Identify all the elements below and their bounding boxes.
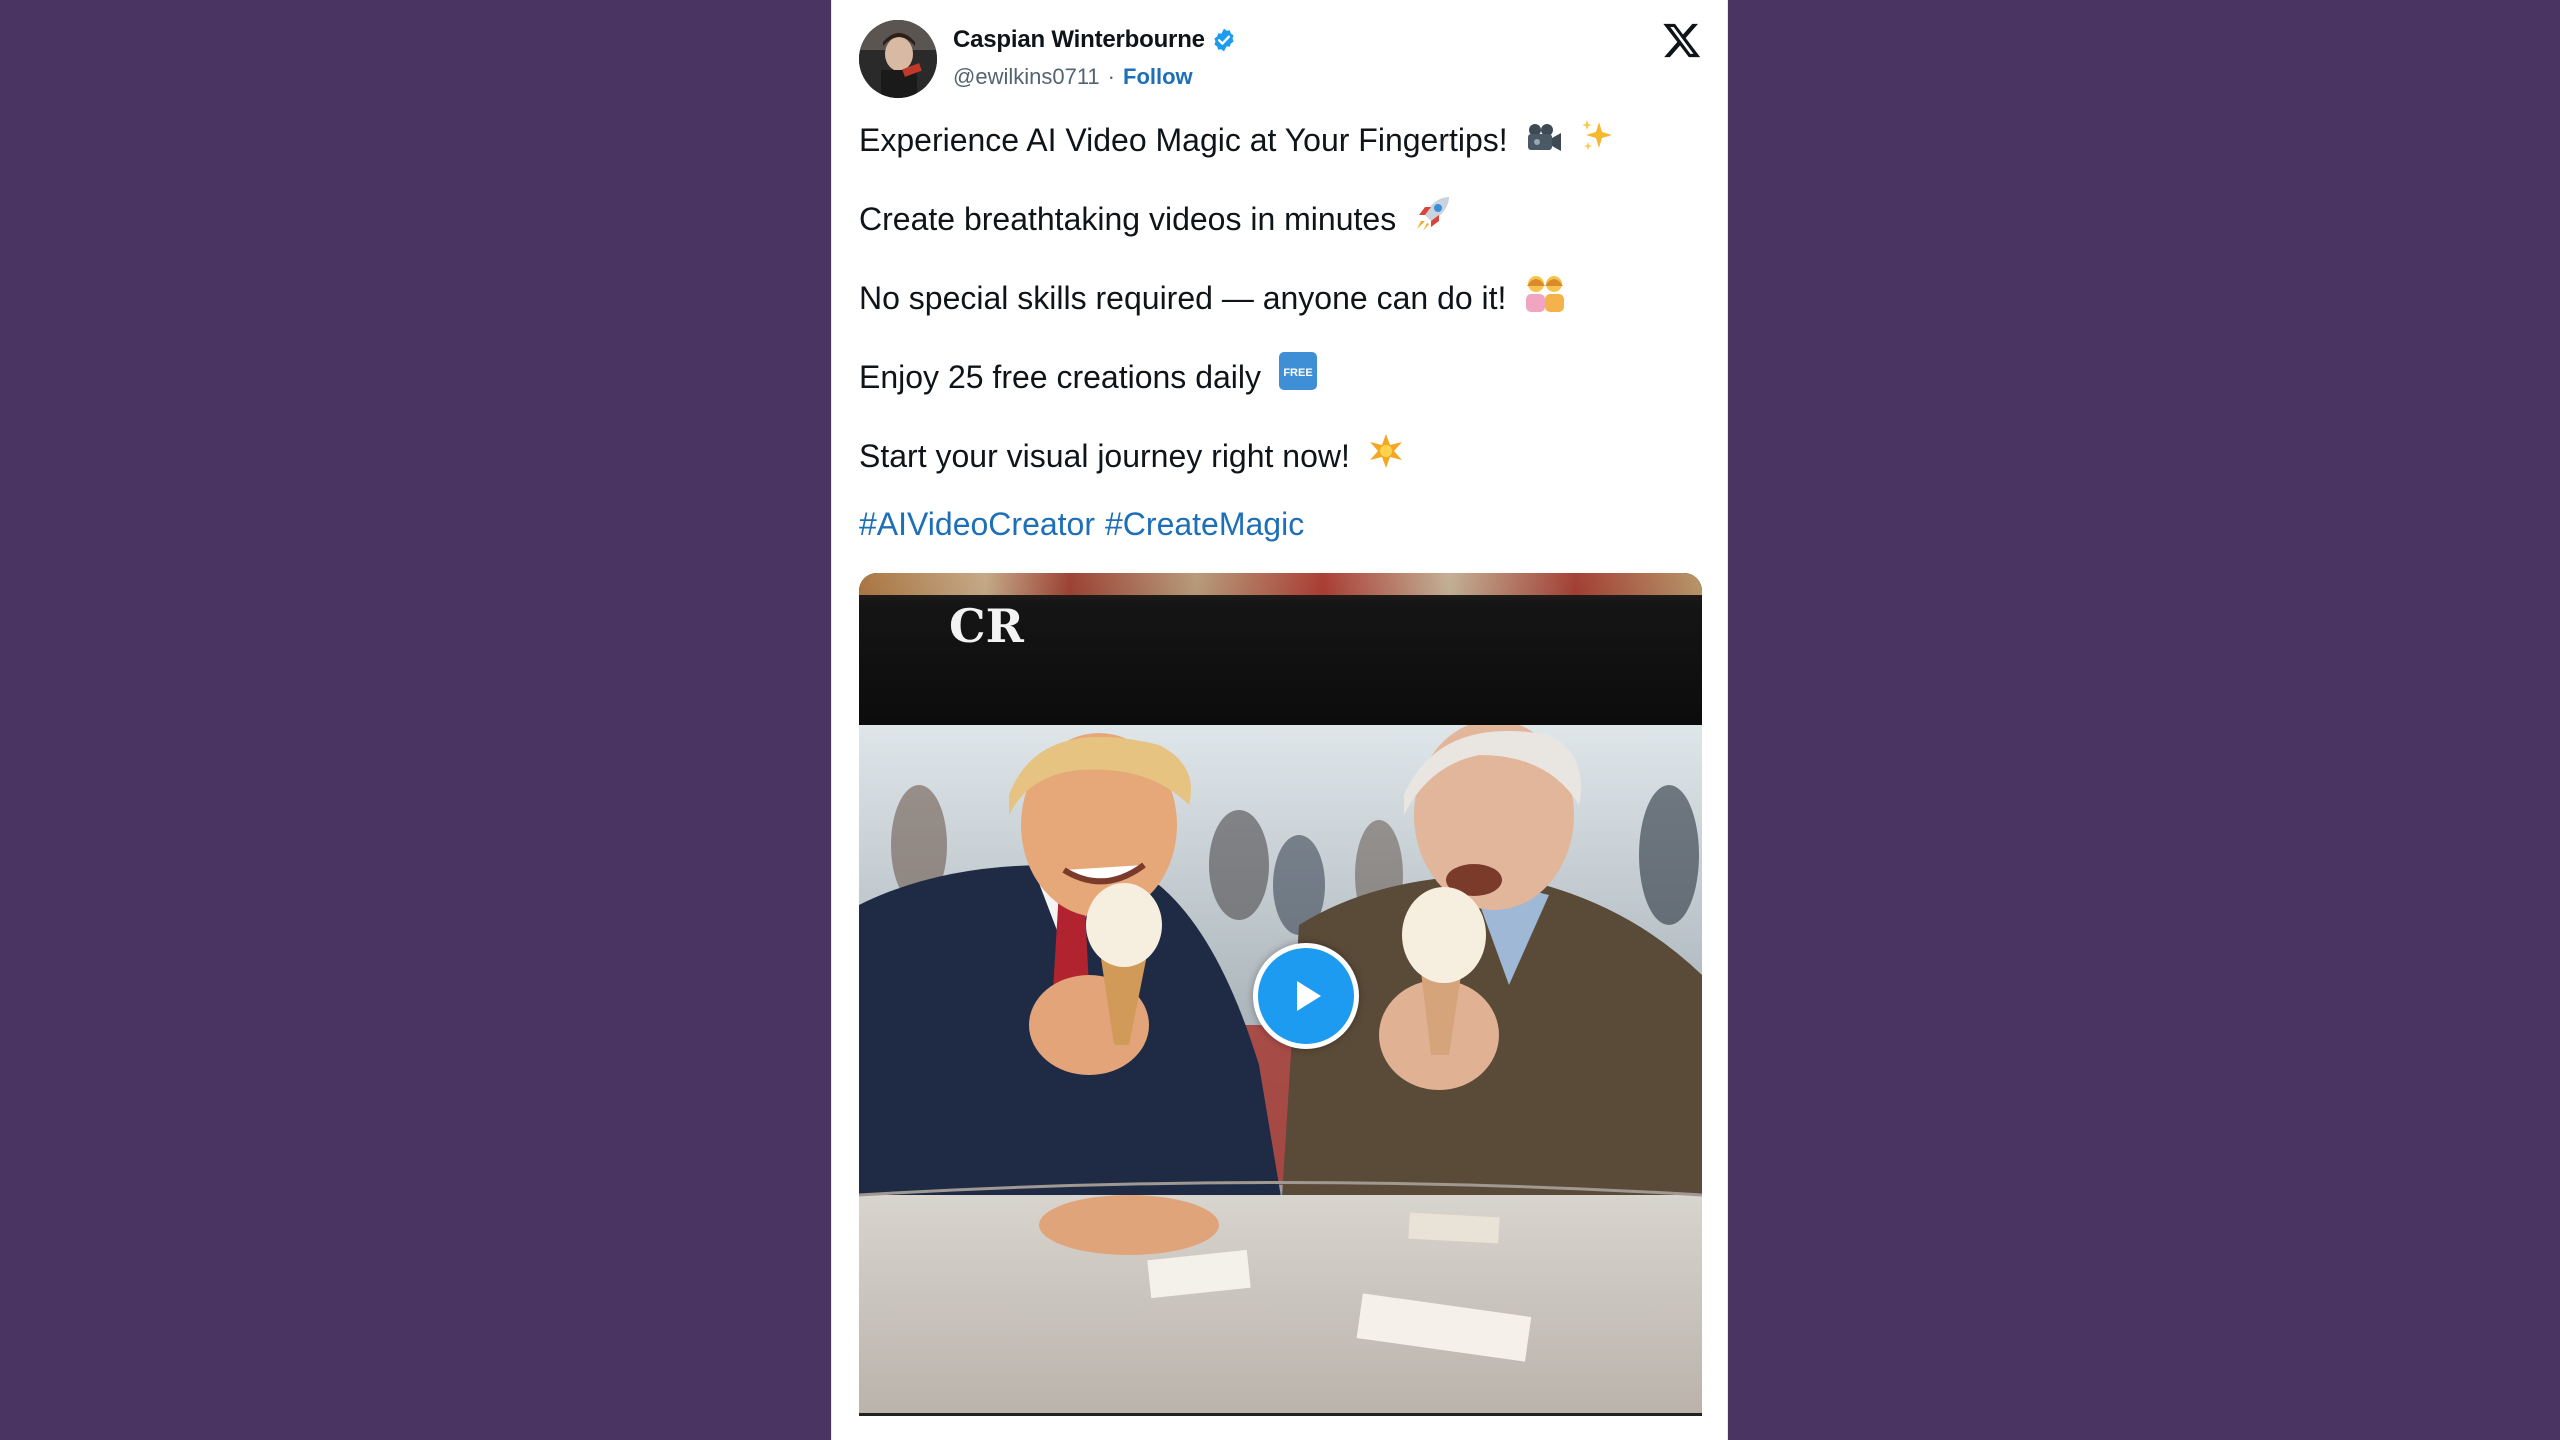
post-line-5: Start your visual journey right now!	[859, 428, 1702, 507]
avatar[interactable]	[859, 20, 937, 98]
post-line-2: Create breathtaking videos in minutes	[859, 191, 1702, 270]
post-text: Experience AI Video Magic at Your Finger…	[859, 112, 1702, 507]
video-still-image	[859, 725, 1702, 1415]
separator: ·	[1107, 64, 1115, 89]
video-letterbox: CR	[859, 573, 1702, 725]
author-handle-line: @ewilkins0711 · Follow	[953, 64, 1193, 90]
post-line-3: No special skills required — anyone can …	[859, 270, 1702, 349]
play-button[interactable]	[1253, 943, 1359, 1049]
svg-text:FREE: FREE	[1283, 367, 1312, 379]
post-line-text: No special skills required — anyone can …	[859, 280, 1507, 316]
star-icon	[1367, 431, 1405, 487]
post-line-text: Create breathtaking videos in minutes	[859, 201, 1397, 237]
author-handle[interactable]: @ewilkins0711	[953, 64, 1100, 90]
post-line-text: Experience AI Video Magic at Your Finger…	[859, 122, 1508, 158]
author-name-line: Caspian Winterbourne	[953, 26, 1237, 54]
video-thumbnail[interactable]: CR	[859, 573, 1702, 1415]
post-line-1: Experience AI Video Magic at Your Finger…	[859, 112, 1702, 191]
rocket-icon	[1413, 193, 1453, 250]
hashtag-link[interactable]: #AIVideoCreator	[859, 506, 1095, 543]
post-header: Caspian Winterbourne @ewilkins0711 · Fol…	[859, 20, 1702, 102]
post-card: Caspian Winterbourne @ewilkins0711 · Fol…	[831, 0, 1728, 1440]
people-icon	[1523, 273, 1567, 329]
x-logo-icon[interactable]	[1662, 20, 1702, 60]
free-button-icon: FREE	[1278, 351, 1318, 408]
hashtag-link[interactable]: #CreateMagic	[1105, 506, 1304, 543]
video-watermark: CR	[949, 599, 1024, 653]
media-bottom-divider	[859, 1413, 1702, 1416]
post-line-text: Start your visual journey right now!	[859, 438, 1350, 474]
verified-badge-icon	[1211, 27, 1237, 53]
play-icon	[1297, 981, 1321, 1011]
video-background-strip	[859, 573, 1702, 595]
follow-button[interactable]: Follow	[1123, 64, 1193, 90]
post-line-4: Enjoy 25 free creations daily FREE	[859, 349, 1702, 428]
sparkles-icon	[1579, 115, 1615, 171]
post-line-text: Enjoy 25 free creations daily	[859, 359, 1261, 395]
author-name[interactable]: Caspian Winterbourne	[953, 26, 1205, 54]
video-camera-icon	[1525, 115, 1563, 171]
hashtags: #AIVideoCreator #CreateMagic	[859, 506, 1304, 543]
